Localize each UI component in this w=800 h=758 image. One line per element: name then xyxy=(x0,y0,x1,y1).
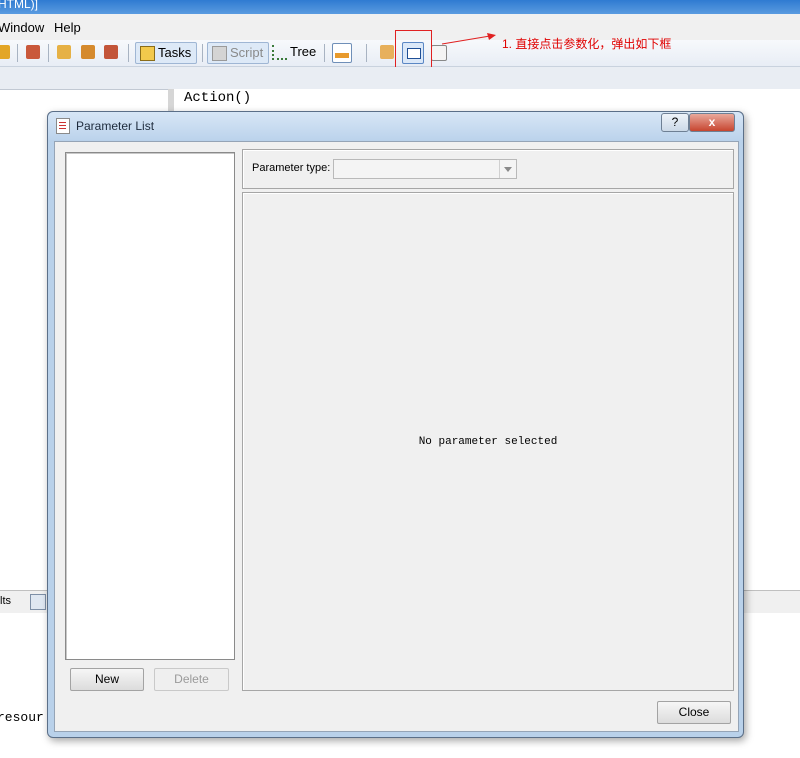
annotation-arrow-icon xyxy=(441,33,496,45)
run-icon[interactable] xyxy=(26,45,40,59)
editor-header xyxy=(0,67,800,90)
help-button[interactable]: ? xyxy=(661,113,689,132)
breakpoint-icon[interactable] xyxy=(81,45,95,59)
toolbar-divider xyxy=(366,44,367,62)
bookmark-icon[interactable] xyxy=(104,45,118,59)
filter-icon[interactable] xyxy=(30,594,46,610)
chevron-down-icon[interactable] xyxy=(499,160,516,178)
editor-code: Action() xyxy=(184,90,252,106)
new-button[interactable]: New xyxy=(70,668,144,691)
tree-label: Tree xyxy=(290,44,317,59)
dialog-body: New Delete Parameter type: No parameter … xyxy=(54,141,739,732)
toolbar-divider xyxy=(128,44,129,62)
toolbar-divider xyxy=(48,44,49,62)
close-button[interactable]: Close xyxy=(657,701,731,724)
parameter-list-dialog: Parameter List ? x New Delete Parameter … xyxy=(47,111,744,738)
delete-button[interactable]: Delete xyxy=(154,668,229,691)
tasks-button[interactable]: Tasks xyxy=(135,42,198,64)
tree-icon xyxy=(272,45,287,60)
dialog-title-bar[interactable]: Parameter List ? x xyxy=(48,112,743,140)
annotation-text: 1. 直接点击参数化，弹出如下框 xyxy=(502,37,672,51)
window-close-button[interactable]: x xyxy=(689,113,735,132)
toolbar-divider xyxy=(324,44,325,62)
empty-message: No parameter selected xyxy=(418,436,558,448)
results-tab[interactable]: lts xyxy=(0,595,11,607)
tree-button[interactable]: Tree xyxy=(270,42,316,62)
parameter-type-label: Parameter type: xyxy=(252,162,331,174)
dialog-title: Parameter List xyxy=(76,119,155,133)
parameter-list-icon xyxy=(56,118,70,134)
parameter-type-select[interactable] xyxy=(333,159,517,179)
toolbar-divider xyxy=(202,44,203,62)
tasks-icon xyxy=(140,46,155,61)
script-label: Script xyxy=(230,45,264,60)
app-title-text: HTML)] xyxy=(0,0,38,11)
copy-icon[interactable] xyxy=(431,45,447,61)
parameter-list[interactable] xyxy=(65,152,235,660)
help-icon: ? xyxy=(671,115,679,129)
app-title-bar: HTML)] xyxy=(0,0,800,14)
menu-window[interactable]: Window xyxy=(0,20,44,35)
transaction-icon[interactable] xyxy=(380,45,394,59)
output-text: resour xyxy=(0,710,44,725)
tasks-label: Tasks xyxy=(158,45,192,60)
record-icon[interactable] xyxy=(0,45,10,59)
close-icon: x xyxy=(708,115,716,129)
parameter-detail-panel: No parameter selected xyxy=(242,192,734,691)
step-icon[interactable] xyxy=(57,45,71,59)
script-button[interactable]: Script xyxy=(207,42,270,64)
layout-icon[interactable] xyxy=(332,43,352,63)
parameter-type-group: Parameter type: xyxy=(242,149,734,189)
menu-help[interactable]: Help xyxy=(54,20,81,35)
script-icon xyxy=(212,46,227,61)
toolbar-divider xyxy=(17,44,18,62)
